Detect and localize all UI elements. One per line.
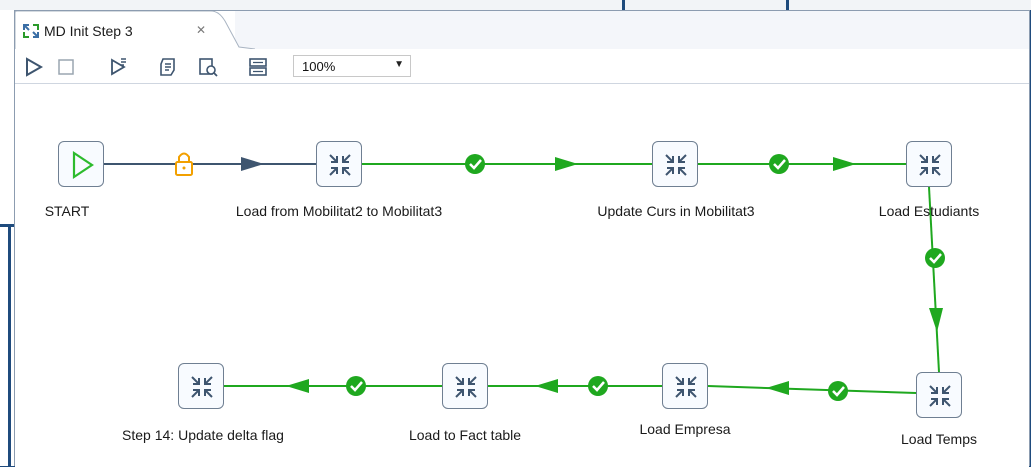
script-icon[interactable]	[157, 56, 179, 78]
hop-start-to-load-mobilitat[interactable]	[104, 157, 316, 171]
hop-load-empresa-to-load-fact[interactable]	[488, 379, 662, 393]
node-label-load-empresa: Load Empresa	[639, 421, 731, 437]
lock-icon	[175, 152, 193, 176]
job-entry-icon	[919, 154, 941, 176]
background-divider	[786, 0, 789, 10]
job-entry-icon	[329, 154, 351, 176]
tab-bar: MD Init Step 3 ✕	[15, 11, 1029, 50]
check-icon	[465, 154, 485, 174]
node-label-load-temps: Load Temps	[900, 431, 978, 447]
job-entry-icon	[675, 376, 697, 398]
background-divider	[8, 224, 11, 466]
node-label-load-fact: Load to Fact table	[408, 427, 522, 443]
job-entry-load-fact[interactable]	[442, 363, 488, 409]
job-entry-load-temps[interactable]	[916, 372, 962, 418]
node-label-load-estudiants: Load Estudiants	[878, 203, 980, 219]
check-icon	[588, 376, 608, 396]
job-icon	[21, 21, 41, 41]
toolbar: 100% ▼	[15, 49, 1029, 84]
background-divider	[0, 224, 14, 227]
check-icon	[769, 154, 789, 174]
node-label-load-mobilitat: Load from Mobilitat2 to Mobilitat3	[235, 203, 443, 219]
run-icon[interactable]	[23, 56, 45, 78]
background-panel	[0, 0, 1031, 10]
job-entry-step-14[interactable]	[178, 363, 224, 409]
check-icon	[925, 248, 945, 268]
start-node[interactable]	[58, 141, 104, 187]
job-entry-icon	[455, 376, 477, 398]
background-divider	[622, 0, 625, 10]
hop-load-mobilitat-to-update-curs[interactable]	[362, 157, 652, 171]
zoom-select[interactable]: 100% ▼	[293, 55, 411, 77]
chevron-down-icon: ▼	[394, 59, 404, 70]
hop-update-curs-to-load-estudiants[interactable]	[698, 157, 906, 171]
node-label-update-curs: Update Curs in Mobilitat3	[597, 203, 755, 219]
hop-layer	[104, 152, 945, 401]
node-label-step-14: Step 14: Update delta flag	[122, 427, 284, 443]
job-canvas[interactable]: START Load from Mobilitat2 to Mobilitat3	[15, 84, 1029, 467]
hop-load-temps-to-load-empresa[interactable]	[707, 381, 917, 395]
check-icon	[346, 376, 366, 396]
job-entry-update-curs[interactable]	[652, 141, 698, 187]
zoom-value: 100%	[302, 59, 336, 74]
close-icon[interactable]: ✕	[196, 23, 206, 37]
layout-icon[interactable]	[247, 56, 269, 78]
tab-title: MD Init Step 3	[44, 23, 133, 39]
hop-load-fact-to-step-14[interactable]	[224, 379, 442, 393]
job-editor-window: MD Init Step 3 ✕ 100% ▼ START Load from …	[14, 10, 1030, 467]
start-icon	[72, 150, 94, 180]
job-entry-icon	[929, 385, 951, 407]
job-entry-load-mobilitat[interactable]	[316, 141, 362, 187]
stop-icon[interactable]	[55, 56, 77, 78]
job-entry-load-empresa[interactable]	[662, 363, 708, 409]
job-entry-icon	[191, 376, 213, 398]
analyze-icon[interactable]	[197, 56, 219, 78]
check-icon	[828, 381, 848, 401]
job-entry-icon	[665, 154, 687, 176]
preview-icon[interactable]	[108, 56, 130, 78]
node-label-start: START	[44, 203, 90, 219]
tab-md-init-step-3[interactable]: MD Init Step 3 ✕	[15, 11, 255, 49]
job-entry-load-estudiants[interactable]	[906, 141, 952, 187]
background-panel	[0, 10, 14, 466]
